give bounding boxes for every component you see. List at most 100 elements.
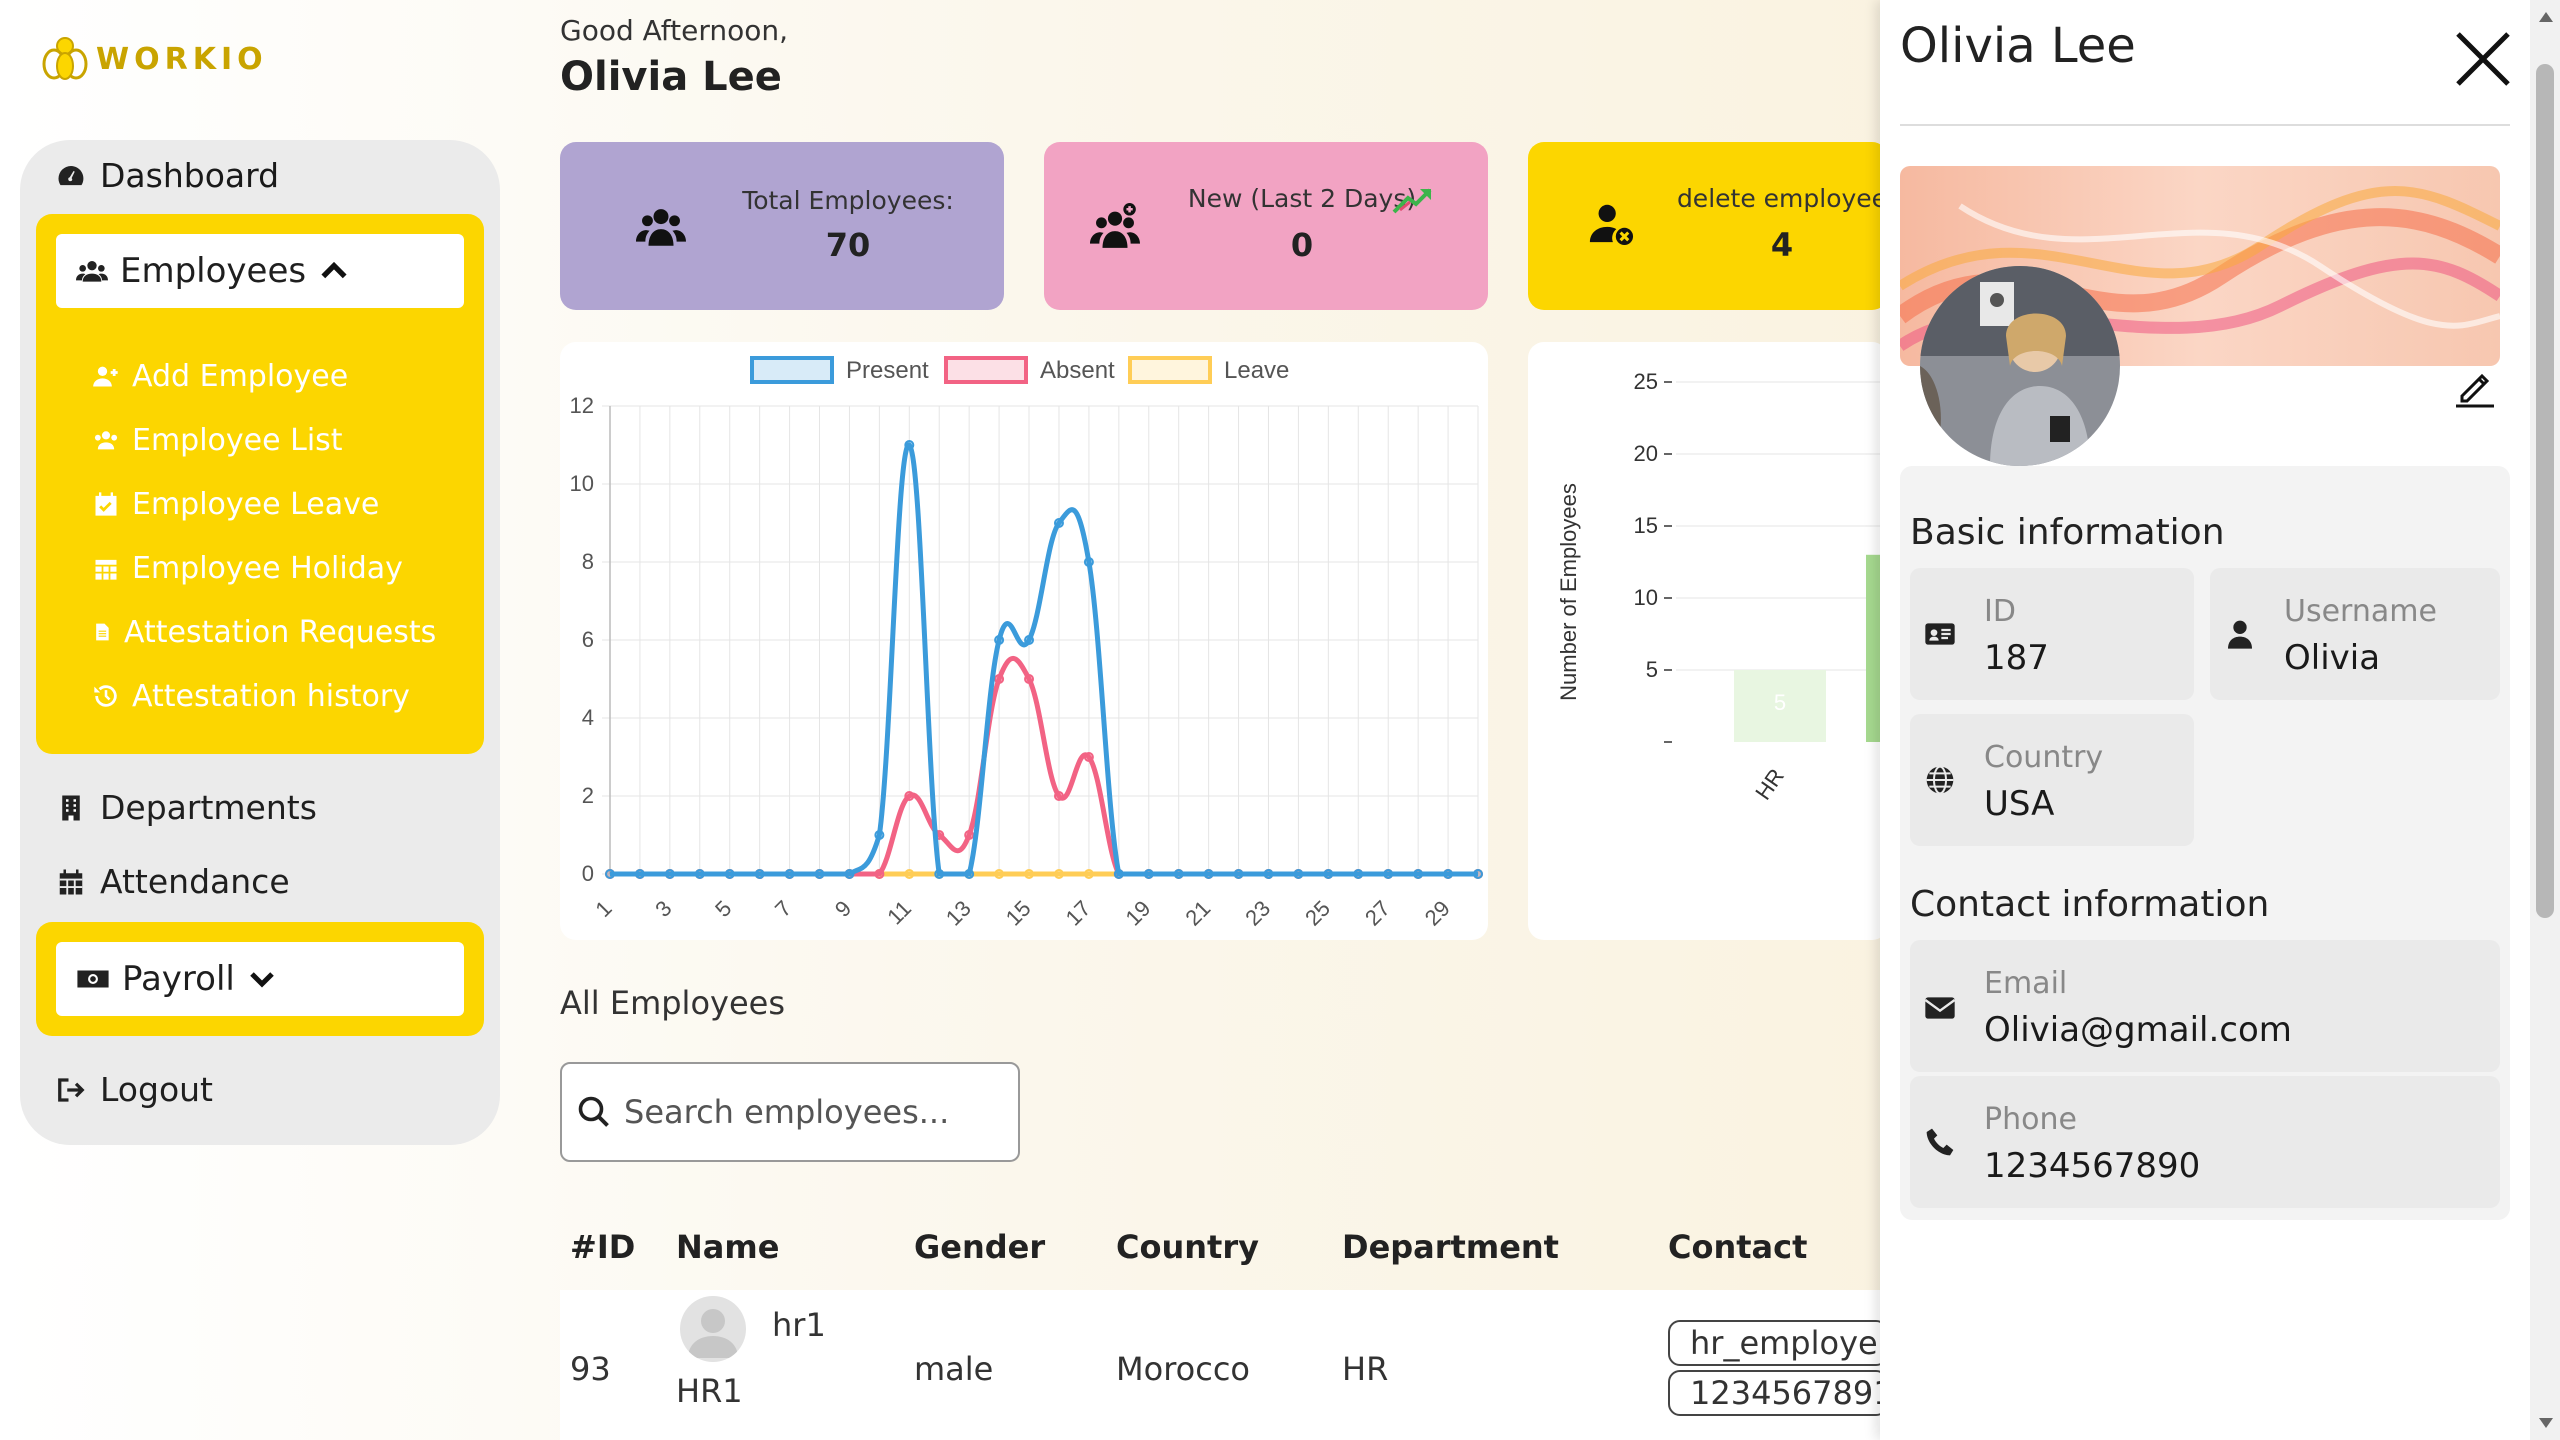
nav-attestation-history[interactable]: Attestation history (92, 664, 436, 728)
y-tick-label: 12 (570, 393, 594, 418)
data-point (1443, 869, 1454, 879)
data-point (904, 791, 915, 801)
contact-email-pill[interactable]: hr_employe (1668, 1320, 1888, 1366)
data-point (784, 869, 795, 879)
phone-label: Phone (1984, 1102, 2077, 1137)
nav-employees-label: Employees (120, 251, 307, 291)
contact-phone-pill[interactable]: 1234567891 (1668, 1370, 1888, 1416)
data-point (754, 869, 765, 879)
nav-logout[interactable]: Logout (56, 1070, 213, 1109)
edit-icon[interactable] (2452, 364, 2498, 410)
contact-info-title: Contact information (1910, 884, 2270, 925)
nav-attestation-requests-label: Attestation Requests (124, 614, 437, 650)
nav-departments[interactable]: Departments (56, 788, 317, 827)
y-tick-label: 15 (1634, 513, 1658, 538)
x-tick-label: 17 (1061, 896, 1096, 931)
username-label: Username (2284, 594, 2437, 629)
gauge-icon (58, 165, 84, 185)
data-point (1024, 869, 1035, 879)
users-icon (94, 431, 118, 450)
column-header-id[interactable]: #ID (570, 1228, 635, 1266)
phone-value[interactable]: 1234567890 (1984, 1146, 2200, 1186)
data-point (1024, 674, 1035, 684)
users-icon (636, 209, 686, 246)
stat-value: 4 (1770, 226, 1794, 264)
trend-up-icon (1392, 188, 1432, 214)
data-point (1233, 869, 1244, 879)
stat-card-new: New (Last 2 Days) 0 (1044, 142, 1488, 310)
search-box[interactable]: Search employees... (560, 1062, 1020, 1162)
column-header-gender[interactable]: Gender (914, 1228, 1045, 1266)
phone-tile: Phone 1234567890 (1910, 1076, 2500, 1208)
data-point (1053, 518, 1064, 528)
nav-add-employee[interactable]: Add Employee (92, 344, 436, 408)
nav-dashboard[interactable]: Dashboard (56, 156, 279, 195)
data-point (1473, 869, 1483, 879)
column-header-department[interactable]: Department (1342, 1228, 1559, 1266)
x-tick-label: 3 (650, 896, 676, 922)
data-point (1173, 869, 1184, 879)
user-name-heading: Olivia Lee (560, 54, 782, 100)
nav-logout-label: Logout (100, 1070, 213, 1109)
legend-swatch (750, 356, 834, 384)
nav-attendance[interactable]: Attendance (56, 862, 290, 901)
nav-employee-list-label: Employee List (132, 422, 343, 458)
data-point (1113, 869, 1124, 879)
column-header-contact[interactable]: Contact (1668, 1228, 1807, 1266)
country-value: USA (1984, 784, 2055, 824)
stat-label: delete employee (1676, 184, 1888, 213)
nav-employee-holiday[interactable]: Employee Holiday (92, 536, 436, 600)
logout-icon (58, 1077, 85, 1102)
scroll-up-arrow-icon[interactable] (2539, 12, 2553, 22)
section-title: All Employees (560, 984, 785, 1022)
cell-gender: male (914, 1350, 994, 1388)
logo-icon (42, 37, 88, 80)
calendar-icon (59, 869, 83, 894)
scroll-down-arrow-icon[interactable] (2539, 1418, 2553, 1428)
data-point (814, 869, 825, 879)
data-point (1263, 869, 1274, 879)
history-icon (94, 685, 117, 707)
money-icon (77, 970, 109, 988)
x-tick-label: 27 (1360, 896, 1395, 931)
y-tick-label: 4 (582, 705, 594, 730)
nav-attestation-history-label: Attestation history (132, 678, 410, 714)
series-line-absent (610, 655, 1478, 877)
close-icon[interactable] (2454, 30, 2512, 88)
y-tick-label: 8 (582, 549, 594, 574)
data-point (1053, 791, 1064, 801)
id-tile: ID 187 (1910, 568, 2194, 700)
stat-value: 70 (825, 226, 871, 264)
profile-photo (1920, 266, 2120, 466)
nav-departments-label: Departments (100, 788, 317, 827)
department-chart-card: 5 10 15 20 25 Number of Employees 5 HR (1528, 342, 1888, 940)
nav-employee-list[interactable]: Employee List (92, 408, 436, 472)
nav-employees[interactable]: Employees (56, 234, 464, 308)
data-point (1323, 869, 1334, 879)
nav-attestation-requests[interactable]: Attestation Requests (92, 600, 436, 664)
nav-employee-holiday-label: Employee Holiday (132, 550, 403, 586)
username-tile: Username Olivia (2210, 568, 2500, 700)
nav-payroll[interactable]: Payroll (56, 942, 464, 1016)
x-tick-label: HR (1750, 764, 1789, 804)
column-header-name[interactable]: Name (676, 1228, 779, 1266)
scrollbar-thumb[interactable] (2536, 64, 2554, 918)
search-input[interactable]: Search employees... (624, 1093, 949, 1131)
bar-value-label: 5 (1774, 690, 1786, 715)
employees-submenu: Add Employee Employee List Employee Leav… (92, 344, 436, 728)
brand-logo[interactable]: WORKIO (40, 36, 268, 82)
basic-info-title: Basic information (1910, 512, 2225, 553)
series-line-present (610, 442, 1478, 877)
nav-employee-leave[interactable]: Employee Leave (92, 472, 436, 536)
x-tick-label: 29 (1420, 896, 1455, 931)
users-plus-icon (1090, 203, 1140, 248)
column-header-country[interactable]: Country (1116, 1228, 1259, 1266)
username-value: Olivia (2284, 638, 2381, 678)
legend-label: Leave (1224, 357, 1289, 384)
y-tick-label: 0 (582, 861, 594, 886)
nav-employee-leave-label: Employee Leave (132, 486, 380, 522)
data-point (605, 869, 615, 879)
email-value[interactable]: Olivia@gmail.com (1984, 1010, 2292, 1050)
x-tick-label: 23 (1240, 896, 1275, 931)
country-label: Country (1984, 740, 2104, 775)
